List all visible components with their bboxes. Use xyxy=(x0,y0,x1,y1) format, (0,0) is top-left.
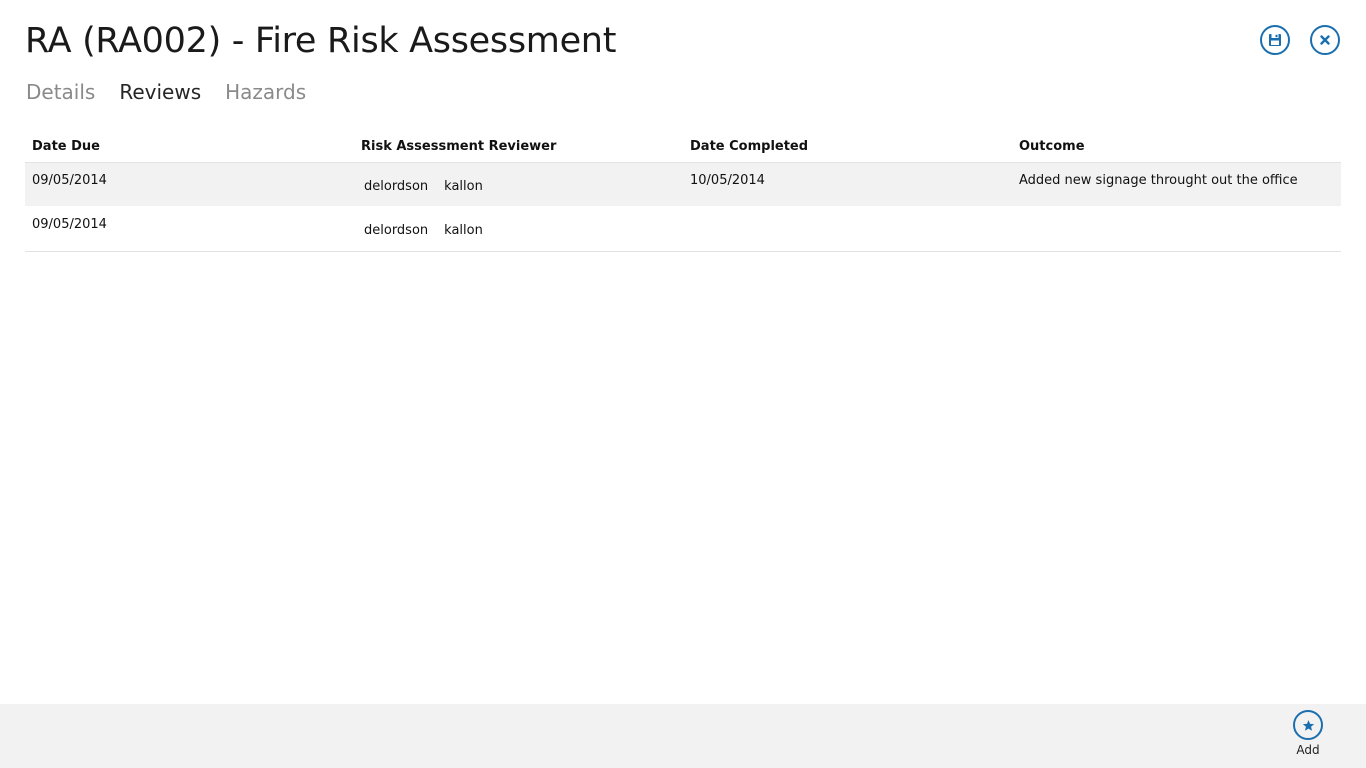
star-icon xyxy=(1302,719,1315,732)
reviewer-cell: delordson kallon xyxy=(354,207,683,251)
reviewer-name: delordson xyxy=(364,223,429,238)
tab-bar: Details Reviews Hazards xyxy=(26,78,330,106)
grid-header: Date Due Risk Assessment Reviewer Date C… xyxy=(25,132,1341,163)
page-title: RA (RA002) - Fire Risk Assessment xyxy=(25,21,617,61)
header-actions xyxy=(1260,25,1340,55)
date-due-cell: 09/05/2014 xyxy=(32,173,107,188)
column-header-date-completed[interactable]: Date Completed xyxy=(683,132,1012,162)
reviews-grid: Date Due Risk Assessment Reviewer Date C… xyxy=(25,132,1341,252)
table-row[interactable]: 09/05/2014 delordson kallon 10/05/2014 Ad… xyxy=(25,163,1341,207)
column-header-reviewer[interactable]: Risk Assessment Reviewer xyxy=(354,132,683,162)
reviewer-cell: delordson kallon xyxy=(354,163,683,206)
tab-details[interactable]: Details xyxy=(26,78,95,106)
tab-reviews[interactable]: Reviews xyxy=(119,78,201,106)
reviewer-name: kallon xyxy=(444,179,483,194)
app-bar: Add xyxy=(0,704,1366,768)
save-button[interactable] xyxy=(1260,25,1290,55)
reviewer-name: delordson xyxy=(364,179,429,194)
date-completed-cell xyxy=(683,207,1012,251)
outcome-cell xyxy=(1012,207,1341,251)
date-completed-cell: 10/05/2014 xyxy=(690,173,765,188)
outcome-cell: Added new signage throught out the offic… xyxy=(1019,173,1298,188)
table-row[interactable]: 09/05/2014 delordson kallon xyxy=(25,207,1341,252)
close-icon xyxy=(1319,34,1331,46)
save-icon xyxy=(1268,33,1282,47)
column-header-date-due[interactable]: Date Due xyxy=(25,132,354,162)
date-due-cell: 09/05/2014 xyxy=(32,217,107,232)
page: RA (RA002) - Fire Risk Assessment Detail… xyxy=(0,0,1366,768)
add-button-circle[interactable] xyxy=(1293,710,1323,740)
tab-hazards[interactable]: Hazards xyxy=(225,78,306,106)
column-header-outcome[interactable]: Outcome xyxy=(1012,132,1341,162)
add-button-label: Add xyxy=(1296,743,1320,757)
reviewer-name: kallon xyxy=(444,223,483,238)
add-button[interactable]: Add xyxy=(1286,710,1330,757)
close-button[interactable] xyxy=(1310,25,1340,55)
